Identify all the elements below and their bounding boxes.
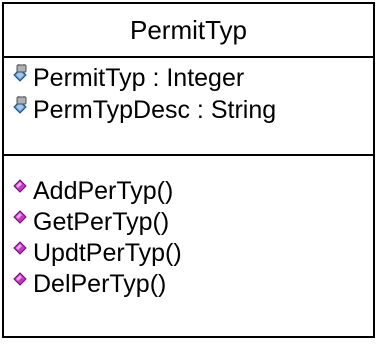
protected-attribute-icon <box>12 96 32 116</box>
protected-attribute-icon <box>12 64 32 84</box>
attribute-label: PermitTyp : Integer <box>33 64 245 92</box>
attributes-divider <box>4 154 373 156</box>
operation-label: DelPerTyp() <box>33 270 167 298</box>
uml-class-box[interactable]: PermitTyp PermitTyp : Integer PermTypDes… <box>2 2 375 338</box>
operation-label: UpdtPerTyp() <box>33 239 182 267</box>
operation-row[interactable]: GetPerTyp() <box>12 207 369 238</box>
class-name: PermitTyp <box>129 15 248 45</box>
operation-label: GetPerTyp() <box>33 208 170 236</box>
operations-compartment: AddPerTyp() GetPerTyp() UpdtPerTyp() Del… <box>12 176 369 300</box>
operation-row[interactable]: UpdtPerTyp() <box>12 238 369 269</box>
attribute-label: PermTypDesc : String <box>33 96 277 124</box>
public-operation-icon <box>12 240 32 260</box>
attributes-compartment: PermitTyp : Integer PermTypDesc : String <box>12 62 369 126</box>
public-operation-icon <box>12 178 32 198</box>
operation-row[interactable]: AddPerTyp() <box>12 176 369 207</box>
attribute-row[interactable]: PermitTyp : Integer <box>12 62 369 94</box>
operation-row[interactable]: DelPerTyp() <box>12 269 369 300</box>
operation-label: AddPerTyp() <box>33 177 174 205</box>
attribute-row[interactable]: PermTypDesc : String <box>12 94 369 126</box>
name-divider <box>4 56 373 58</box>
public-operation-icon <box>12 271 32 291</box>
public-operation-icon <box>12 209 32 229</box>
